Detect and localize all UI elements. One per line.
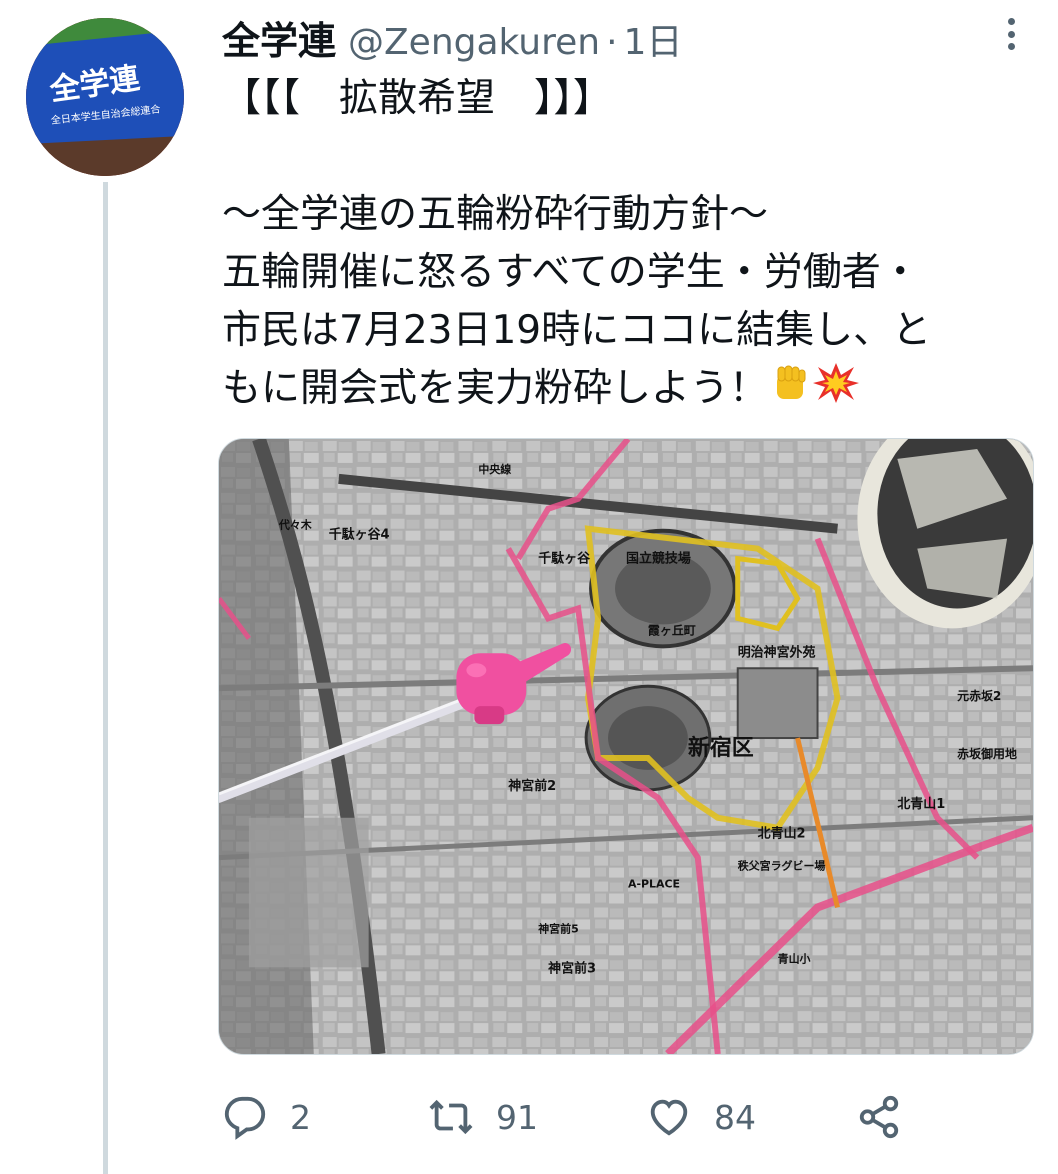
tweet-text: 【【【 拡散希望 】】】 〜全学連の五輪粉砕行動方針〜 五輪開催に怒るすべての学… bbox=[222, 70, 1032, 418]
tweet-actions: 2 91 84 bbox=[222, 1085, 922, 1149]
map-label-akasaka: 赤坂御用地 bbox=[957, 746, 1017, 761]
avatar[interactable]: 全学連 全日本学生自治会総連合 bbox=[26, 18, 184, 176]
map-label-gaien: 明治神宮外苑 bbox=[738, 644, 816, 660]
tweet-line-5: 市民は7月23日19時にココに結集し、と bbox=[222, 308, 932, 353]
tweet-line-6-text: もに開会式を実力粉砕しよう！ bbox=[222, 366, 769, 411]
map-label-chichibunomiya: 秩父宮ラグビー場 bbox=[738, 859, 826, 873]
map-label-sendagaya4: 千駄ヶ谷4 bbox=[329, 527, 390, 543]
like-button[interactable]: 84 bbox=[646, 1085, 756, 1149]
map-label-yoyogi: 代々木 bbox=[278, 518, 312, 532]
tweet-line-4: 五輪開催に怒るすべての学生・労働者・ bbox=[222, 250, 920, 295]
tweet-line-6: もに開会式を実力粉砕しよう！ bbox=[222, 360, 1032, 418]
reply-count: 2 bbox=[290, 1097, 311, 1137]
tweet-media-map[interactable]: 国立競技場 霞ヶ丘町 新宿区 明治神宮外苑 千駄ヶ谷 神宮前2 神宮前3 北青山… bbox=[218, 438, 1034, 1055]
map-label-aoyama-school: 青山小 bbox=[778, 951, 811, 965]
retweet-button[interactable]: 91 bbox=[428, 1085, 538, 1149]
avatar-image: 全学連 全日本学生自治会総連合 bbox=[26, 18, 184, 176]
tweet-timestamp[interactable]: 1日 bbox=[624, 13, 683, 65]
author-handle[interactable]: @Zengakuren bbox=[348, 22, 600, 63]
map-label-aplace: A-PLACE bbox=[628, 878, 680, 891]
more-options-icon[interactable] bbox=[996, 14, 1026, 54]
map-label-jingumae2: 神宮前2 bbox=[508, 778, 556, 794]
share-icon bbox=[859, 1095, 899, 1139]
retweet-count: 91 bbox=[496, 1097, 538, 1137]
map-label-chuo-line: 中央線 bbox=[478, 462, 511, 476]
like-count: 84 bbox=[714, 1097, 756, 1137]
author-name[interactable]: 全学連 bbox=[222, 10, 336, 65]
heart-icon bbox=[650, 1099, 688, 1136]
map-label-shinjuku: 新宿区 bbox=[688, 735, 754, 761]
map-label-stadium: 国立競技場 bbox=[626, 551, 691, 567]
map-label-jingumae5: 神宮前5 bbox=[538, 921, 579, 935]
map-image: 国立競技場 霞ヶ丘町 新宿区 明治神宮外苑 千駄ヶ谷 神宮前2 神宮前3 北青山… bbox=[219, 439, 1033, 1054]
tweet-header: 全学連 @Zengakuren · 1日 bbox=[222, 10, 998, 70]
map-label-kasumigaoka: 霞ヶ丘町 bbox=[648, 622, 696, 637]
retweet-icon bbox=[429, 1099, 473, 1135]
map-label-motoakasaka: 元赤坂2 bbox=[957, 688, 1001, 703]
tweet-line-2 bbox=[222, 128, 1032, 186]
collision-icon bbox=[812, 361, 860, 421]
header-separator: · bbox=[606, 22, 618, 63]
reply-button[interactable]: 2 bbox=[222, 1085, 311, 1149]
map-label-sendagaya: 千駄ヶ谷 bbox=[538, 551, 591, 567]
reply-icon bbox=[224, 1096, 266, 1140]
thread-line bbox=[103, 182, 108, 1174]
share-button[interactable] bbox=[856, 1085, 902, 1149]
tweet-line-1: 【【【 拡散希望 】】】 bbox=[222, 76, 613, 121]
map-label-jingumae3: 神宮前3 bbox=[548, 960, 596, 976]
raised-fist-icon bbox=[768, 361, 812, 421]
tweet-line-3: 〜全学連の五輪粉砕行動方針〜 bbox=[222, 192, 769, 237]
map-label-kitaaoyama1: 北青山1 bbox=[897, 796, 945, 812]
map-label-kitaaoyama2: 北青山2 bbox=[758, 826, 806, 842]
